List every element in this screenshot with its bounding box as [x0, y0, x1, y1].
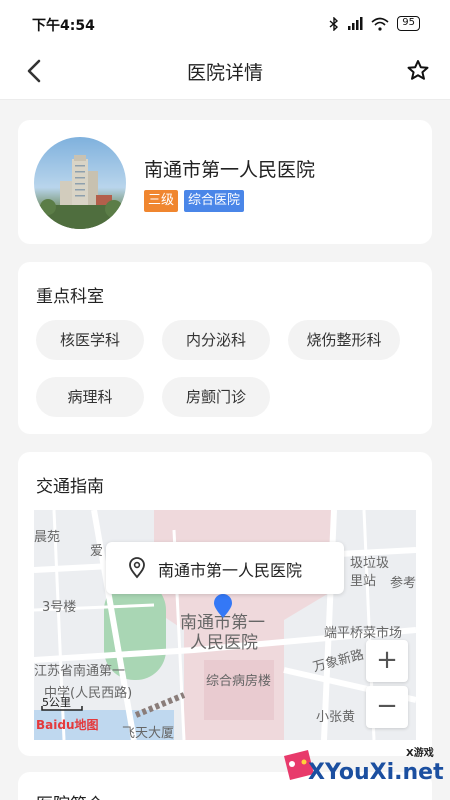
department-tag[interactable]: 核医学科: [36, 320, 144, 360]
map-label: 江苏省南通第一: [34, 664, 126, 679]
wifi-icon: [371, 17, 389, 31]
status-time: 下午4:54: [32, 18, 95, 34]
nav-bar: 医院详情: [0, 46, 450, 100]
map-label: 小张黄: [316, 710, 356, 725]
battery-icon: 95: [397, 16, 420, 31]
map-label: 3号楼: [42, 600, 77, 615]
map-label: 端平桥菜市场: [324, 626, 403, 641]
status-icons: 95: [329, 16, 420, 31]
map-label: 参考: [390, 576, 416, 591]
map-label: 飞天大厦: [122, 726, 175, 740]
section-title-traffic: 交通指南: [36, 477, 104, 497]
key-departments-card: 重点科室 核医学科 内分泌科 烧伤整形科 病理科 房颤门诊: [18, 262, 432, 434]
section-title-departments: 重点科室: [36, 287, 104, 307]
map-pin-icon: [214, 594, 232, 618]
map-label: 里站: [350, 574, 377, 589]
department-tag[interactable]: 内分泌科: [162, 320, 270, 360]
department-tag[interactable]: 烧伤整形科: [288, 320, 400, 360]
map-label: 圾垃圾: [350, 556, 390, 571]
hospital-header-card: 南通市第一人民医院 三级 综合医院: [18, 120, 432, 244]
map-label: 爱: [90, 544, 104, 559]
signal-icon: [348, 16, 363, 30]
callout-hospital-name: 南通市第一人民医院: [158, 561, 303, 580]
status-bar: 下午4:54 95: [0, 0, 450, 46]
zoom-out-button[interactable]: −: [366, 686, 408, 728]
hospital-photo: [34, 137, 126, 229]
hospital-badges: 三级 综合医院: [144, 190, 245, 212]
watermark-small: X游戏: [406, 748, 434, 759]
map-callout[interactable]: 南通市第一人民医院: [106, 542, 344, 594]
type-badge: 综合医院: [184, 190, 245, 212]
map-view[interactable]: 晨苑 爱 3号楼 南通市第一 人民医院 江苏省南通第一 中学(人民西路) 综合病…: [34, 510, 416, 740]
map-label: 综合病房楼: [206, 674, 272, 689]
department-tag[interactable]: 病理科: [36, 377, 144, 417]
traffic-guide-card: 交通指南 晨苑 爱 3号楼 南通市第一 人民医院 江苏省南通第一 中学(人民西路…: [18, 452, 432, 756]
location-pin-icon: [129, 557, 145, 579]
map-scale: 5公里: [42, 696, 71, 709]
watermark: X游戏 XYouXi.net: [278, 740, 450, 800]
page-title: 医院详情: [186, 62, 263, 84]
zoom-in-button[interactable]: +: [366, 640, 408, 682]
baidu-map-logo: Baidu地图: [36, 718, 99, 732]
watermark-text: XYouXi.net: [308, 760, 444, 785]
bluetooth-icon: [329, 16, 339, 31]
hospital-name: 南通市第一人民医院: [144, 159, 316, 181]
department-tag[interactable]: 房颤门诊: [162, 377, 270, 417]
map-label: 晨苑: [34, 530, 61, 545]
level-badge: 三级: [144, 190, 179, 212]
map-label: 人民医院: [190, 633, 258, 653]
section-title-intro: 医院简介: [36, 790, 104, 800]
star-outline-icon[interactable]: [404, 57, 432, 85]
